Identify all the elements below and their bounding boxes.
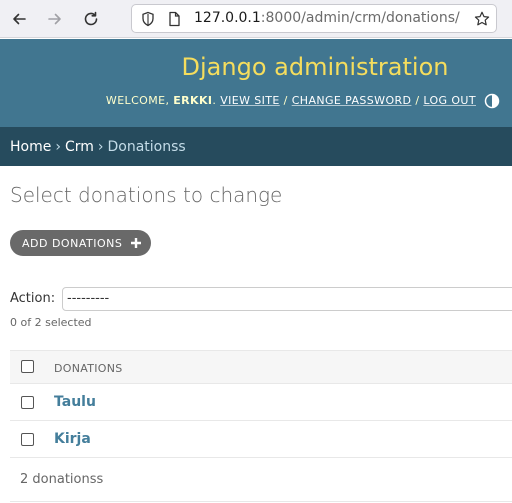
separator: / — [411, 94, 424, 107]
column-header-donations[interactable]: Donations — [54, 362, 123, 375]
action-label: Action: — [10, 291, 56, 306]
select-all-checkbox[interactable] — [21, 360, 34, 373]
paginator: 2 donationss — [10, 458, 512, 502]
log-out-link[interactable]: Log out — [423, 94, 476, 107]
forward-button[interactable] — [42, 6, 68, 32]
row-checkbox[interactable] — [21, 433, 34, 446]
add-button-label: Add donations — [22, 236, 123, 250]
action-select[interactable]: --------- — [62, 287, 512, 311]
add-donations-button[interactable]: Add donations — [10, 230, 152, 256]
url-text: 127.0.0.1:8000/admin/crm/donations/ — [194, 10, 460, 26]
results-table: Donations Taulu Kirja — [10, 350, 512, 458]
breadcrumb: Home › Crm › Donationss — [0, 127, 512, 166]
result-count: 2 donationss — [20, 472, 104, 487]
change-password-link[interactable]: Change password — [292, 94, 412, 107]
site-header: Django administration Welcome, Erkki. Vi… — [0, 39, 512, 127]
site-brand[interactable]: Django administration — [0, 53, 512, 81]
plus-icon — [131, 238, 142, 248]
row-link[interactable]: Kirja — [54, 431, 91, 447]
breadcrumb-current: Donationss — [107, 138, 186, 155]
username: Erkki — [173, 94, 213, 107]
bookmark-star-icon[interactable] — [473, 10, 491, 28]
user-tools: Welcome, Erkki. View site / Change passw… — [105, 94, 476, 107]
back-button[interactable] — [6, 6, 32, 32]
reload-icon — [84, 11, 98, 26]
url-host: 127.0.0.1 — [194, 10, 261, 26]
breadcrumb-home[interactable]: Home — [10, 139, 51, 155]
arrow-left-icon — [13, 13, 26, 25]
page-info-icon[interactable] — [165, 10, 183, 28]
view-site-link[interactable]: View site — [220, 94, 280, 107]
arrow-right-icon — [48, 13, 61, 25]
row-link[interactable]: Taulu — [54, 394, 96, 410]
theme-toggle-icon[interactable] — [484, 93, 500, 109]
browser-toolbar: 127.0.0.1:8000/admin/crm/donations/ — [0, 0, 512, 38]
address-bar[interactable]: 127.0.0.1:8000/admin/crm/donations/ — [131, 4, 497, 33]
page-title: Select donations to change — [10, 183, 283, 207]
welcome-text: Welcome, — [105, 94, 170, 107]
selection-counter: 0 of 2 selected — [10, 316, 92, 329]
table-header: Donations — [10, 350, 512, 384]
row-checkbox[interactable] — [21, 396, 34, 409]
breadcrumb-separator: › — [97, 138, 104, 155]
breadcrumb-app[interactable]: Crm — [65, 139, 94, 155]
table-row: Kirja — [10, 421, 512, 458]
shield-icon[interactable] — [139, 10, 157, 28]
separator: / — [279, 94, 292, 107]
breadcrumb-separator: › — [55, 138, 61, 155]
url-path: :8000/admin/crm/donations/ — [260, 10, 460, 26]
reload-button[interactable] — [78, 6, 104, 32]
table-row: Taulu — [10, 384, 512, 421]
